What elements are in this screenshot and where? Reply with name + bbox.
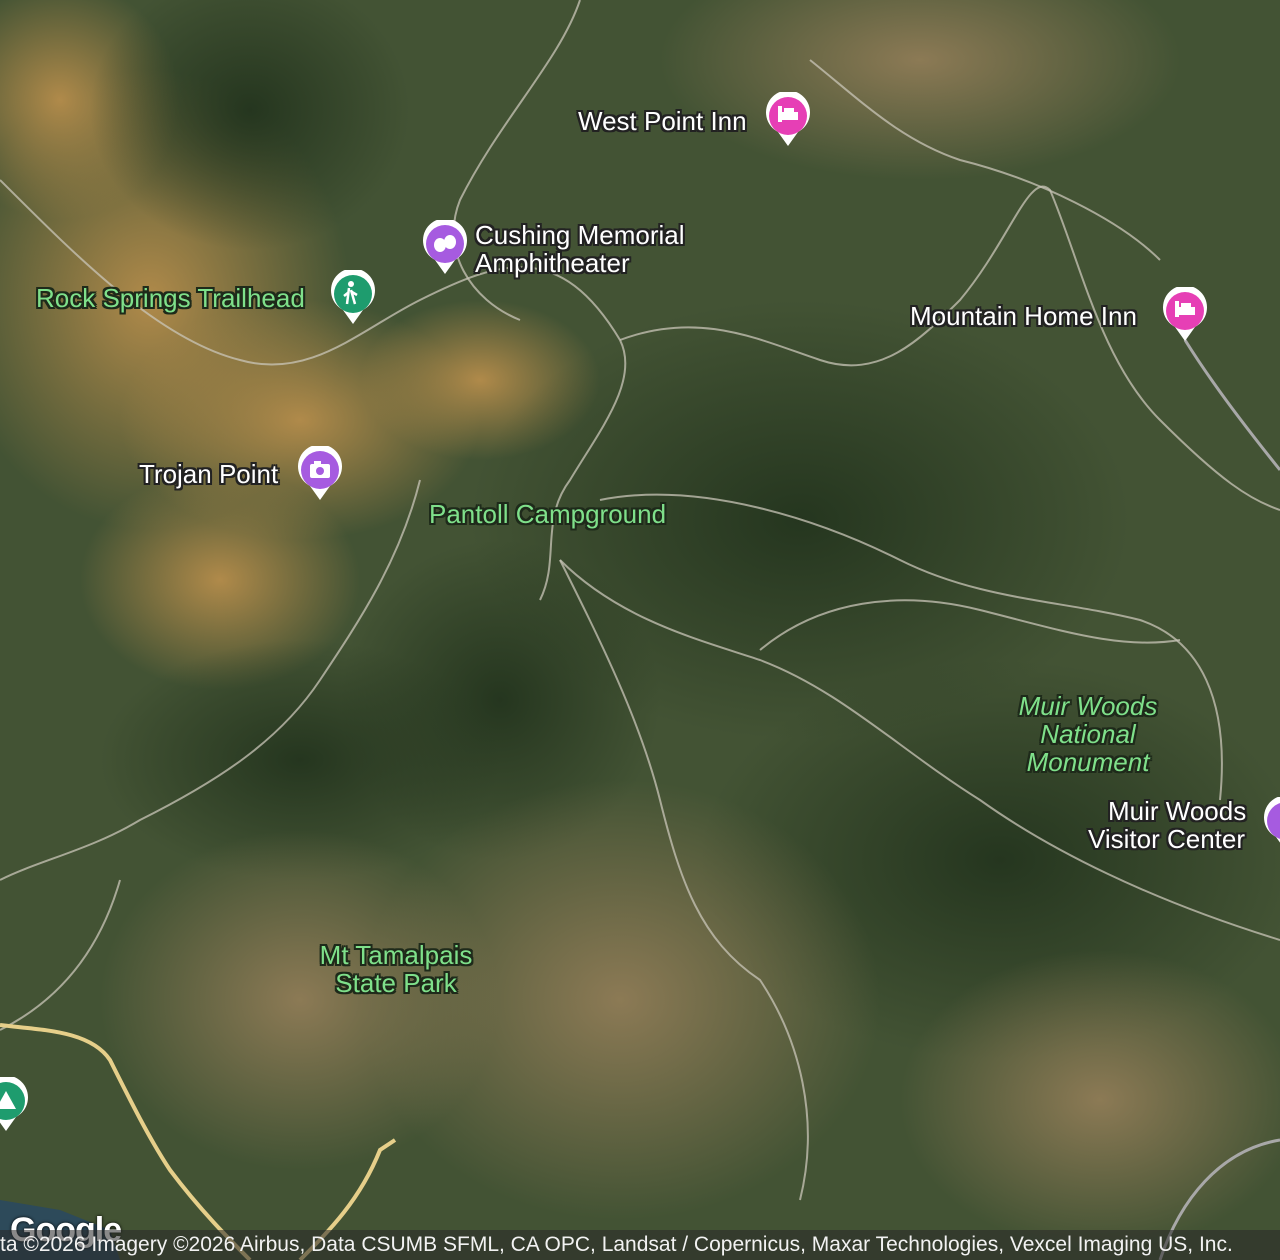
campground-pin-sw[interactable] [0,1077,30,1133]
label-mountain-home-inn[interactable]: Mountain Home Inn [910,302,1137,330]
attraction-pin-trojan-point[interactable] [296,446,344,502]
label-west-point-inn[interactable]: West Point Inn [578,107,747,135]
label-muir-woods-vc-2[interactable]: Visitor Center [1088,825,1245,853]
label-muir-woods-nm-2[interactable]: National [1013,720,1163,748]
label-mt-tam-2[interactable]: State Park [309,969,483,997]
label-rock-springs[interactable]: Rock Springs Trailhead [36,284,305,312]
satellite-map[interactable] [0,0,1280,1260]
attraction-pin-muir-woods-visitor-center[interactable] [1262,797,1280,853]
label-muir-woods-nm-1[interactable]: Muir Woods [1013,692,1163,720]
label-muir-woods-vc-1[interactable]: Muir Woods [1108,797,1246,825]
attraction-pin-cushing[interactable] [421,220,469,276]
label-cushing-line1[interactable]: Cushing Memorial [475,221,685,249]
lodging-pin-west-point-inn[interactable] [764,92,812,148]
label-trojan-point[interactable]: Trojan Point [139,460,278,488]
lodging-pin-mountain-home-inn[interactable] [1161,287,1209,343]
label-cushing-line2[interactable]: Amphitheater [475,249,630,277]
label-muir-woods-nm-3[interactable]: Monument [1013,748,1163,776]
map-attribution: ta ©2026 Imagery ©2026 Airbus, Data CSUM… [0,1230,1280,1260]
label-mt-tam-1[interactable]: Mt Tamalpais [309,941,483,969]
trailhead-pin-rock-springs[interactable] [329,270,377,326]
label-pantoll[interactable]: Pantoll Campground [429,500,666,528]
